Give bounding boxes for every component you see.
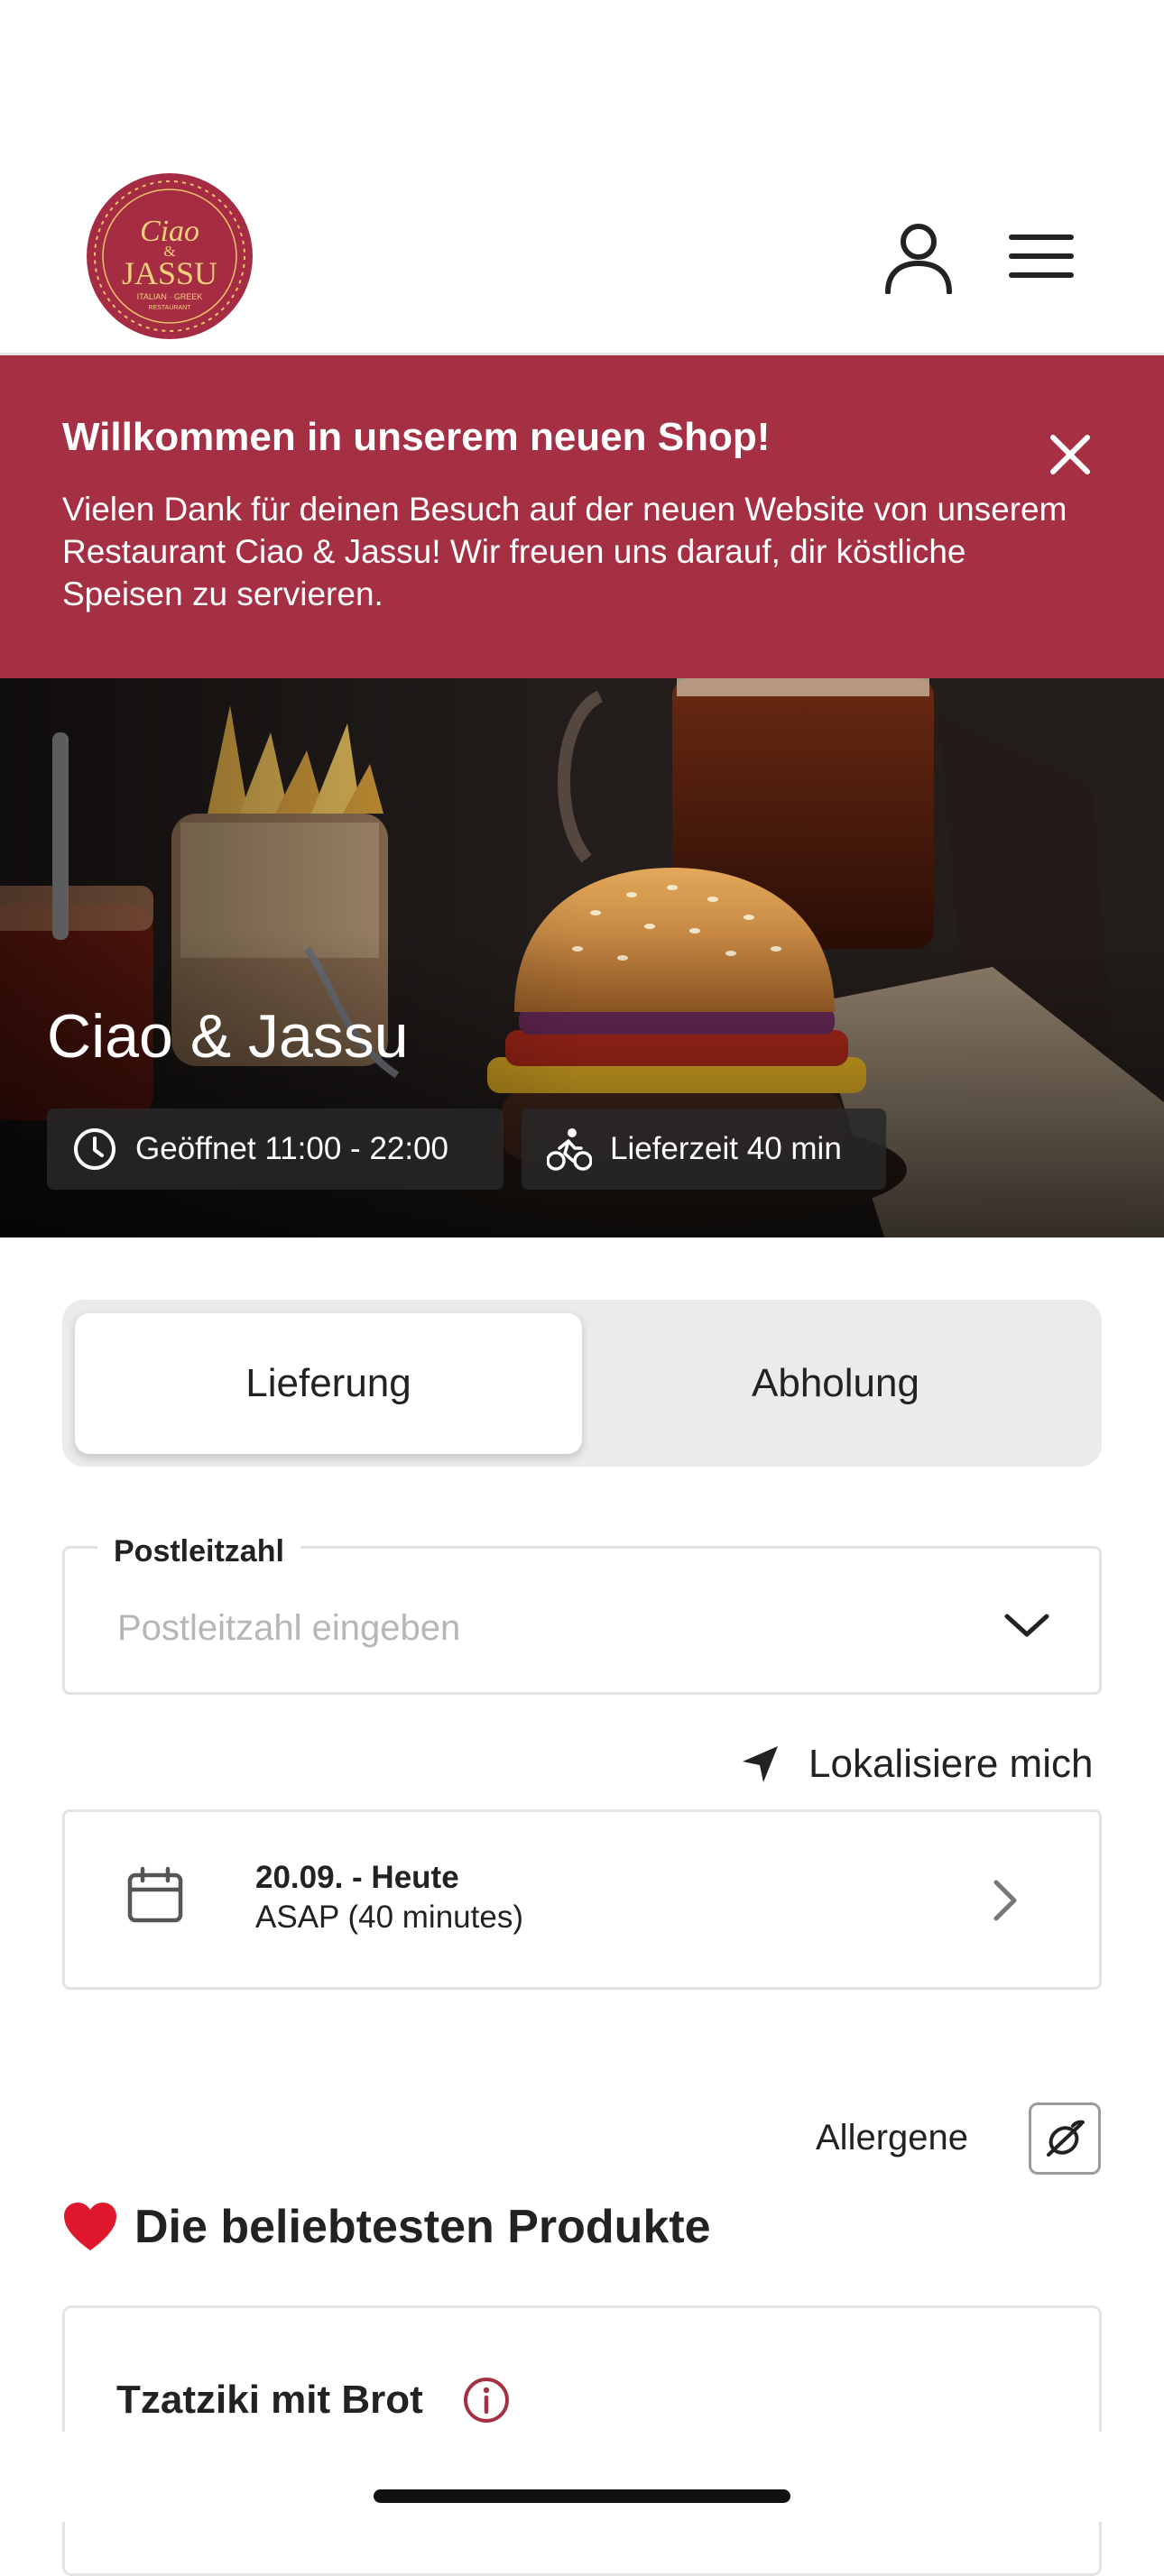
popular-products-heading: Die beliebtesten Produkte: [62, 2196, 711, 2258]
logo-graphic: Ciao & JASSU ITALIAN · GREEK RESTAURANT: [87, 173, 253, 339]
allergen-filter-icon: [1047, 2120, 1085, 2157]
heart-icon: [64, 2203, 116, 2250]
delivery-time-badge: Lieferzeit 40 min: [522, 1109, 886, 1190]
popular-products-title: Die beliebtesten Produkte: [134, 2201, 711, 2253]
delivery-time-text: Lieferzeit 40 min: [610, 1131, 842, 1166]
chevron-down-icon: [1004, 1614, 1049, 1637]
account-button[interactable]: [882, 220, 955, 295]
product-name: Tzatziki mit Brot: [116, 2378, 423, 2422]
opening-hours-text: Geöffnet 11:00 - 22:00: [135, 1131, 449, 1166]
banner-title: Willkommen in unserem neuen Shop!: [62, 415, 771, 459]
clock-icon: [74, 1128, 115, 1170]
chevron-right-icon: [989, 1878, 1021, 1923]
allergens-button[interactable]: [1029, 2102, 1101, 2175]
logo-tagline-2: RESTAURANT: [149, 305, 192, 311]
home-indicator[interactable]: [374, 2489, 790, 2503]
logo-word-jassu: JASSU: [122, 255, 217, 291]
postcode-input[interactable]: [117, 1602, 947, 1654]
postcode-dropdown-toggle[interactable]: [1000, 1605, 1054, 1645]
calendar-icon: [126, 1866, 184, 1924]
locate-me-label: Lokalisiere mich: [808, 1742, 1094, 1786]
delivery-time-selector[interactable]: [62, 1809, 1102, 1990]
locate-me-button[interactable]: Lokalisiere mich: [740, 1739, 1093, 1789]
restaurant-logo[interactable]: Ciao & JASSU ITALIAN · GREEK RESTAURANT: [86, 172, 254, 340]
toggle-delivery[interactable]: Lieferung: [75, 1313, 582, 1454]
location-arrow-icon: [743, 1746, 778, 1782]
restaurant-name: Ciao & Jassu: [47, 1002, 409, 1071]
delivery-date: 20.09. - Heute: [255, 1860, 459, 1895]
banner-close-button[interactable]: [1045, 429, 1095, 480]
bicycle-courier-icon: [547, 1128, 592, 1171]
opening-hours-badge: Geöffnet 11:00 - 22:00: [47, 1109, 503, 1190]
toggle-pickup[interactable]: Abholung: [582, 1313, 1089, 1454]
allergens-label: Allergene: [816, 2118, 969, 2157]
menu-button[interactable]: [1009, 233, 1074, 280]
bottom-safe-area: [0, 2432, 1164, 2522]
postcode-label: Postleitzahl: [97, 1532, 300, 1571]
user-icon: [885, 224, 952, 295]
close-icon: [1050, 435, 1090, 474]
product-info-button[interactable]: [462, 2376, 511, 2424]
delivery-time-option: ASAP (40 minutes): [255, 1900, 523, 1935]
info-icon: [464, 2378, 509, 2423]
logo-tagline: ITALIAN · GREEK: [137, 292, 203, 301]
banner-text: Vielen Dank für deinen Besuch auf der ne…: [62, 491, 1067, 612]
hamburger-menu-icon: [1009, 235, 1074, 278]
